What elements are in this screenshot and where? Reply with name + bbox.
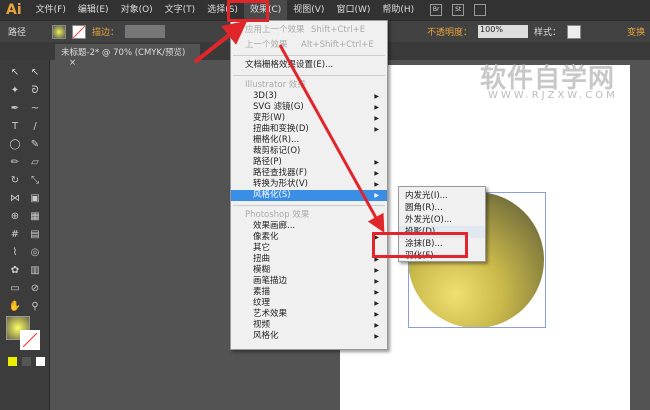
arrow-to-drop-shadow bbox=[278, 44, 385, 233]
annotation-arrows bbox=[193, 20, 385, 233]
arrow-to-effect-menu bbox=[193, 20, 248, 64]
